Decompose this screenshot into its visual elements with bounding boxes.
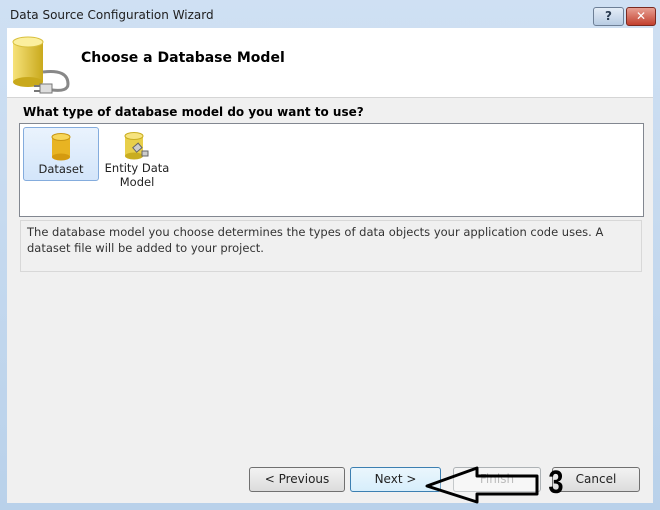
step-number-annotation: 3 xyxy=(548,464,564,500)
left-arrow-annotation xyxy=(425,466,539,504)
